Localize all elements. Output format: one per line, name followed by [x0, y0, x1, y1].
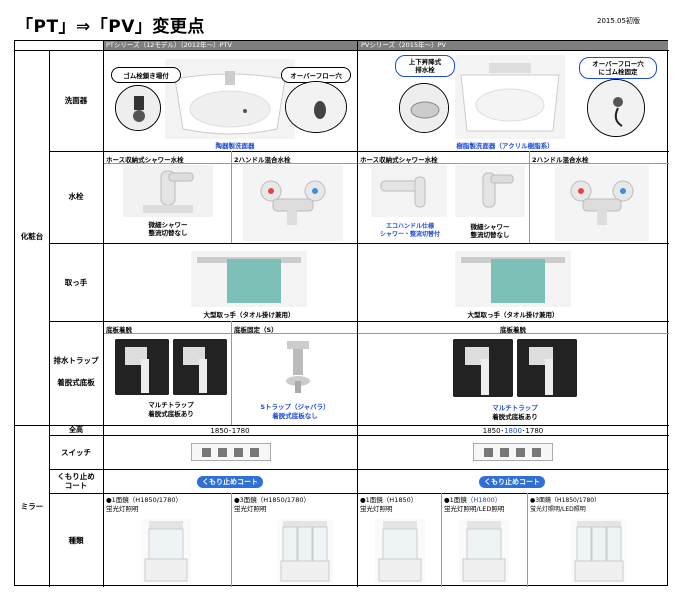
- pt-switch-panel: [191, 443, 271, 461]
- pt-column-header: PTシリーズ（12モデル）（2012年～）PTV: [103, 41, 357, 50]
- page-title: 「PT」⇒「PV」変更点: [16, 17, 205, 37]
- pt-antifog-badge: くもり止めコート: [197, 476, 263, 488]
- pv-sink-photo: [455, 55, 565, 139]
- pv-mirror-type-2: ●1面鏡（H1800） 蛍光灯照明/LED照明: [444, 496, 505, 513]
- row-label-height: 全高: [69, 426, 83, 434]
- row-label-drain: 排水トラップ: [53, 356, 99, 365]
- row-label-switch: スイッチ: [61, 448, 91, 457]
- row-label-faucet: 水栓: [68, 192, 84, 201]
- pv-column-header: PVシリーズ（2015年～）PV: [358, 41, 668, 50]
- pv-handle-photo: [455, 251, 571, 307]
- pv-mirror-1-photo: [375, 519, 425, 583]
- pt-faucet-a-title: ホース収納式シャワー水栓: [106, 156, 184, 164]
- pv-mirror-height: 1850･1800･1780: [482, 427, 544, 435]
- pv-multitrap-caption-2: 着脱式底板あり: [492, 413, 538, 421]
- pv-sink-callout-overflow: オーバーフロー穴 にゴム栓固定: [579, 57, 657, 79]
- row-label-types: 種類: [68, 536, 84, 545]
- pv-drain-title: 底板着脱: [500, 326, 526, 334]
- pt-s-trap-photo: [273, 337, 323, 397]
- pv-handle-caption: 大型取っ手（タオル掛け兼用）: [467, 311, 559, 319]
- pt-overflow-photo: [285, 81, 347, 133]
- row-label-bottom-plate: 着脱式底板: [57, 378, 95, 387]
- section-mirror: ミラー: [20, 502, 44, 511]
- pv-overflow-photo: [587, 79, 645, 137]
- pt-sink-photo: [165, 59, 295, 139]
- pv-shower-faucet-photo: [455, 165, 525, 217]
- pt-multitrap-caption: マルチトラップ 着脱式底板あり: [148, 401, 194, 418]
- pt-sink-callout-chain: ゴム栓鎖き場付: [111, 67, 181, 83]
- pt-shower-faucet-caption: 微細シャワー 整流切替なし: [148, 221, 188, 237]
- pt-sink-caption: 陶器製洗面器: [215, 142, 255, 150]
- pt-drain-b-title: 底板固定（S）: [234, 326, 278, 334]
- pv-sink-callout-drain: 上下昇降式 排水栓: [395, 55, 455, 77]
- pv-switch-panel: [473, 443, 553, 461]
- row-label-sink: 洗面器: [64, 96, 88, 105]
- pt-chain-plug-photo: [115, 85, 161, 131]
- pt-mirror-3-photo: [277, 519, 333, 583]
- section-vanity: 化粧台: [20, 232, 44, 241]
- pt-two-handle-faucet-photo: [243, 165, 343, 241]
- pv-mirror-3-photo: [571, 519, 627, 583]
- row-label-antifog: くもり止め コート: [57, 472, 95, 490]
- pv-multitrap-photo-1: [453, 339, 513, 397]
- pv-two-handle-faucet-photo: [555, 165, 649, 241]
- row-label-handle: 取っ手: [64, 278, 88, 287]
- pv-drain-photo: [399, 83, 449, 133]
- pv-mirror-type-1: ●1面鏡（H1850） 蛍光灯照明: [360, 496, 418, 513]
- pv-multitrap-photo-2: [517, 339, 577, 397]
- pt-multitrap-photo-2: [173, 339, 227, 395]
- pt-multitrap-photo-1: [115, 339, 169, 395]
- pv-faucet-b-title: 2ハンドル混合水栓: [532, 156, 589, 164]
- pt-faucet-b-title: 2ハンドル混合水栓: [234, 156, 291, 164]
- edition-label: 2015.05初版: [597, 17, 640, 25]
- pv-mirror-type-3: ●3面鏡（H1850/1780） 蛍光灯照明/LED照明: [530, 497, 601, 513]
- pt-handle-caption: 大型取っ手（タオル掛け兼用）: [203, 311, 295, 319]
- pv-mirror-2-photo: [459, 519, 509, 583]
- pv-eco-faucet-photo: [371, 165, 447, 217]
- pt-drain-a-title: 底板着脱: [106, 326, 132, 334]
- pv-antifog-badge: くもり止めコート: [479, 476, 545, 488]
- pt-mirror-type-3: ●3面鏡（H1850/1780） 蛍光灯照明: [234, 496, 310, 513]
- pt-mirror-height: 1850･1780: [210, 427, 250, 435]
- pv-faucet-a-title: ホース収納式シャワー水栓: [360, 156, 438, 164]
- comparison-table: PTシリーズ（12モデル）（2012年～）PTV PVシリーズ（2015年～）P…: [14, 40, 669, 587]
- pt-handle-photo: [191, 251, 307, 307]
- pv-eco-faucet-caption: エコハンドル仕様 シャワー・整流切替付: [379, 223, 440, 238]
- pt-mirror-type-1: ●1面鏡（H1850/1780） 蛍光灯照明: [106, 496, 182, 513]
- pt-s-trap-caption-2: 着脱式底板なし: [272, 412, 318, 420]
- pt-shower-faucet-photo: [123, 165, 213, 217]
- pt-mirror-1-photo: [141, 519, 191, 583]
- pv-shower-faucet-caption: 微細シャワー 整流切替なし: [470, 223, 510, 239]
- pv-sink-caption: 樹脂製洗面器（アクリル樹脂系）: [456, 142, 554, 150]
